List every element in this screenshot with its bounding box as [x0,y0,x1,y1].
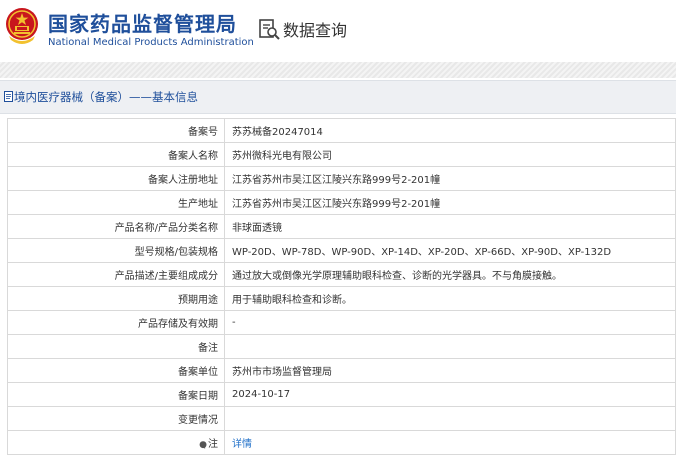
field-value: - [224,310,676,335]
agency-name-cn: 国家药品监督管理局 [48,12,237,36]
document-icon [4,91,13,102]
field-value [224,334,676,359]
field-label: 生产地址 [7,190,225,215]
table-row: 产品描述/主要组成成分 通过放大或倒像光学原理辅助眼科检查、诊断的光学器具。不与… [7,262,676,287]
pin-icon: ●̣ [199,440,207,450]
field-value: 非球面透镜 [224,214,676,239]
field-value: 2024-10-17 [224,382,676,407]
table-row: 备案人注册地址 江苏省苏州市吴江区江陵兴东路999号2-201幢 [7,166,676,191]
field-label: 变更情况 [7,406,225,431]
note-label: 注 [208,439,218,450]
field-label: 预期用途 [7,286,225,311]
data-query-link[interactable]: 数据查询 [258,16,347,42]
table-row: 预期用途 用于辅助眼科检查和诊断。 [7,286,676,311]
agency-name-en: National Medical Products Administration [48,37,254,48]
field-label: 备案号 [7,118,225,143]
field-value: WP-20D、WP-78D、WP-90D、XP-14D、XP-20D、XP-66… [224,238,676,263]
field-label: 备注 [7,334,225,359]
field-label-note: ●̣注 [7,430,225,455]
table-row: 产品名称/产品分类名称 非球面透镜 [7,214,676,239]
table-row: 生产地址 江苏省苏州市吴江区江陵兴东路999号2-201幢 [7,190,676,215]
section-title: 境内医疗器械（备案）——基本信息 [14,90,198,104]
field-label: 备案单位 [7,358,225,383]
field-label: 备案人名称 [7,142,225,167]
table-row: 变更情况 [7,406,676,431]
data-query-label: 数据查询 [283,21,348,40]
table-row: 备案日期 2024-10-17 [7,382,676,407]
field-value: 通过放大或倒像光学原理辅助眼科检查、诊断的光学器具。不与角膜接触。 [224,262,676,287]
field-label: 产品名称/产品分类名称 [7,214,225,239]
field-value: 江苏省苏州市吴江区江陵兴东路999号2-201幢 [224,166,676,191]
site-header: 国家药品监督管理局 National Medical Products Admi… [0,0,676,62]
field-label: 产品存储及有效期 [7,310,225,335]
table-row: ●̣注 详情 [7,430,676,455]
field-label: 备案人注册地址 [7,166,225,191]
document-search-icon [259,19,280,40]
field-label: 产品描述/主要组成成分 [7,262,225,287]
section-title-bar: 境内医疗器械（备案）——基本信息 [0,80,676,114]
field-label: 备案日期 [7,382,225,407]
table-row: 备注 [7,334,676,359]
field-value: 苏州微科光电有限公司 [224,142,676,167]
field-value: 苏州市市场监督管理局 [224,358,676,383]
field-value: 江苏省苏州市吴江区江陵兴东路999号2-201幢 [224,190,676,215]
table-row: 产品存储及有效期 - [7,310,676,335]
details-link[interactable]: 详情 [224,430,676,455]
field-value: 苏苏械备20247014 [224,118,676,143]
table-row: 备案人名称 苏州微科光电有限公司 [7,142,676,167]
record-detail-table: 备案号 苏苏械备20247014 备案人名称 苏州微科光电有限公司 备案人注册地… [7,118,676,455]
header-divider [0,62,676,78]
table-row: 备案单位 苏州市市场监督管理局 [7,358,676,383]
field-label: 型号规格/包装规格 [7,238,225,263]
table-row: 型号规格/包装规格 WP-20D、WP-78D、WP-90D、XP-14D、XP… [7,238,676,263]
field-value: 用于辅助眼科检查和诊断。 [224,286,676,311]
national-emblem-icon [6,8,38,44]
table-row: 备案号 苏苏械备20247014 [7,118,676,143]
field-value [224,406,676,431]
